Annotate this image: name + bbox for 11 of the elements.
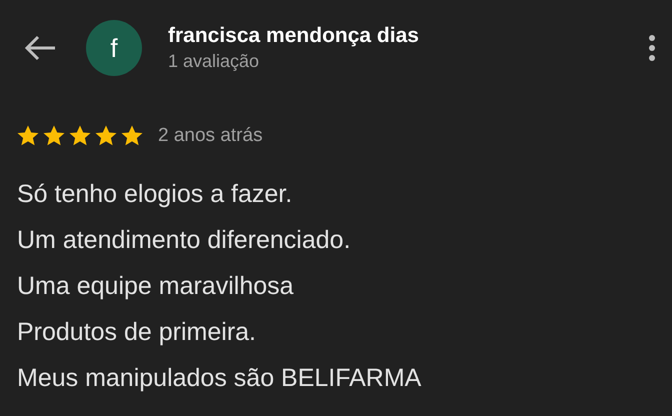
avatar: f	[86, 20, 142, 76]
reviewer-name: francisca mendonça dias	[168, 23, 419, 49]
review-text-line: Só tenho elogios a fazer.	[17, 178, 294, 210]
review-text-line: Meus manipulados são BELIFARMA	[17, 362, 422, 394]
back-arrow-icon	[23, 34, 57, 62]
review-count: 1 avaliação	[168, 50, 260, 73]
review-text-line: Produtos de primeira.	[17, 316, 258, 348]
review-text-line: Uma equipe maravilhosa	[17, 270, 295, 302]
review-time: 2 anos atrás	[158, 124, 263, 148]
review-text-line: Um atendimento diferenciado.	[17, 224, 352, 256]
kebab-menu-icon	[649, 35, 655, 61]
